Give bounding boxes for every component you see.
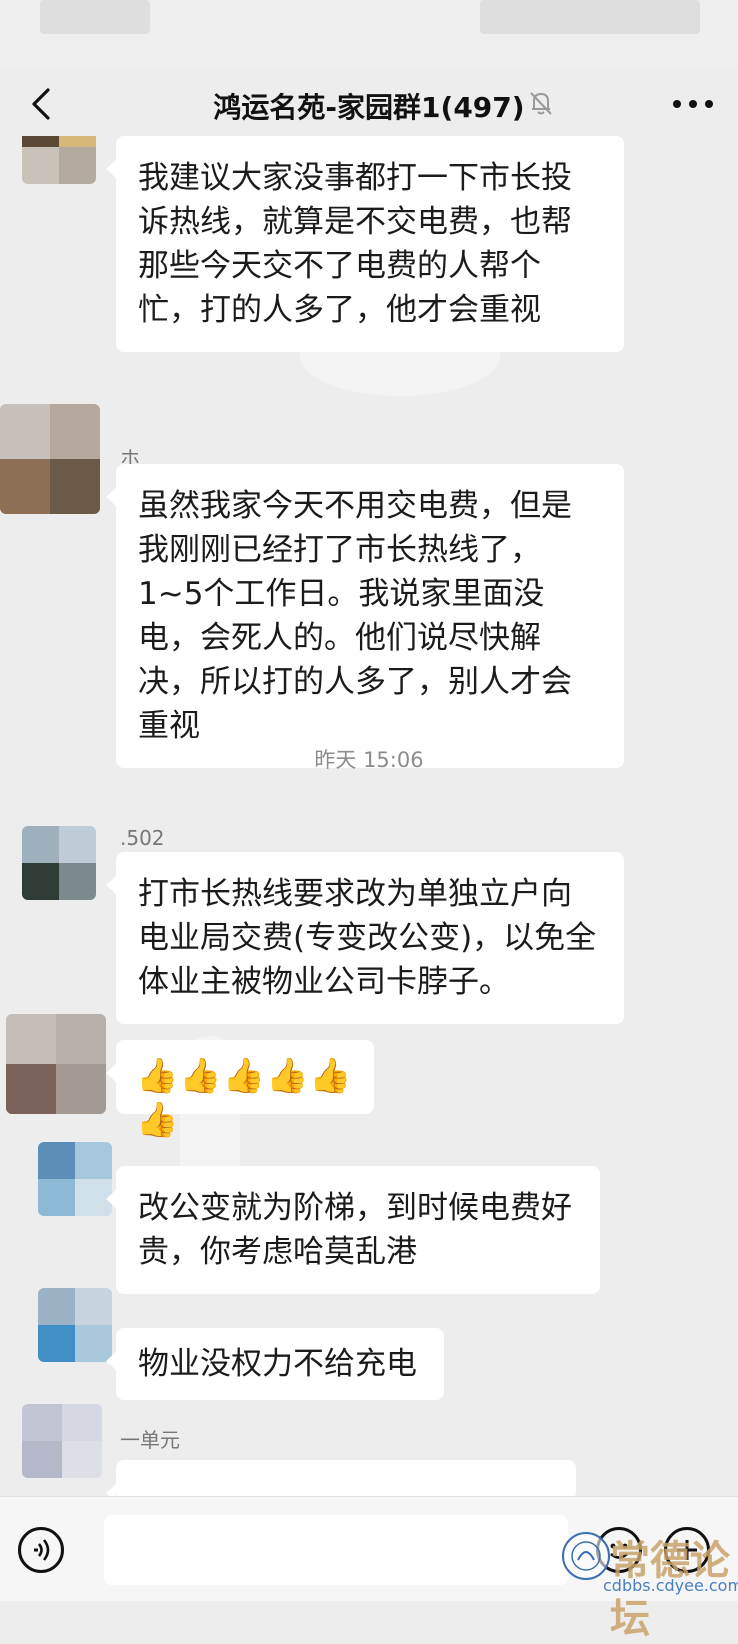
more-button[interactable] bbox=[670, 96, 716, 110]
avatar[interactable] bbox=[0, 404, 100, 514]
forum-logo-icon bbox=[562, 1532, 610, 1580]
message-bubble[interactable]: 虽然我家今天不用交电费，但是我刚刚已经打了市长热线了，1~5个工作日。我说家里面… bbox=[106, 464, 624, 768]
message-bubble[interactable] bbox=[106, 1460, 576, 1496]
more-dots-icon bbox=[673, 100, 713, 108]
watermark-url: cdbbs.cdyee.com bbox=[603, 1576, 738, 1595]
message-bubble[interactable]: 改公变就为阶梯，到时候电费好贵，你考虑哈莫乱港 bbox=[106, 1166, 600, 1294]
mute-indicator bbox=[526, 88, 556, 118]
avatar[interactable] bbox=[6, 1014, 106, 1114]
avatar[interactable] bbox=[22, 1404, 102, 1478]
message-bubble[interactable]: 👍👍👍👍👍👍 bbox=[106, 1040, 374, 1140]
message-bubble[interactable]: 打市长热线要求改为单独立户向电业局交费(专变改公变)，以免全体业主被物业公司卡脖… bbox=[106, 852, 624, 1024]
avatar[interactable] bbox=[38, 1142, 112, 1216]
avatar[interactable] bbox=[22, 826, 96, 900]
chat-title: 鸿运名苑-家园群1(497) bbox=[213, 91, 525, 124]
chat-header: 鸿运名苑-家园群1(497) bbox=[0, 70, 738, 136]
message-input[interactable] bbox=[104, 1515, 568, 1585]
avatar[interactable] bbox=[38, 1288, 112, 1362]
sender-name: .502 bbox=[120, 826, 165, 850]
blurred-block bbox=[40, 0, 150, 34]
time-divider: 昨天 15:06 bbox=[314, 748, 424, 772]
voice-input-button[interactable] bbox=[18, 1527, 64, 1573]
sender-name: 一单元 bbox=[120, 1428, 180, 1452]
message-bubble[interactable]: 物业没权力不给充电 bbox=[106, 1328, 444, 1400]
message-list[interactable]: 我建议大家没事都打一下市长投诉热线，就算是不交电费，也帮那些今天交不了电费的人帮… bbox=[0, 136, 738, 1496]
bell-off-icon bbox=[530, 92, 552, 115]
status-bar-blurred bbox=[0, 0, 738, 78]
blurred-block bbox=[480, 0, 700, 34]
avatar[interactable] bbox=[22, 136, 96, 184]
voice-wave-icon bbox=[33, 1539, 50, 1561]
message-bubble[interactable]: 我建议大家没事都打一下市长投诉热线，就算是不交电费，也帮那些今天交不了电费的人帮… bbox=[106, 136, 624, 352]
